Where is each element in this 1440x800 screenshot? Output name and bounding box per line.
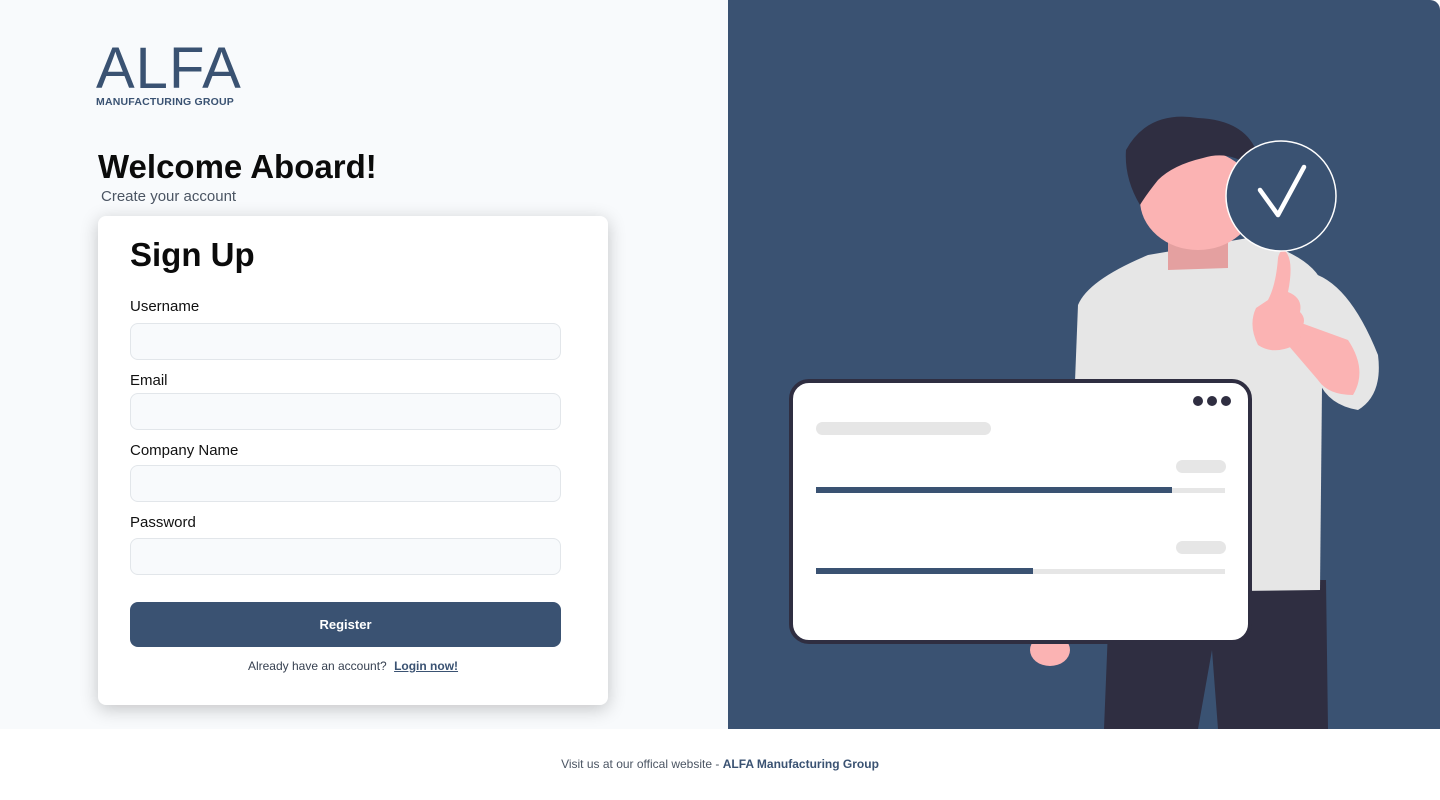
left-panel: ALFA MANUFACTURING GROUP Welcome Aboard!… — [0, 0, 728, 729]
signup-illustration — [789, 116, 1379, 729]
logo-wordmark: ALFA — [96, 36, 242, 101]
signup-page: ALFA MANUFACTURING GROUP Welcome Aboard!… — [0, 0, 1440, 800]
login-row: Already have an account? Login now! — [98, 659, 608, 673]
page-title: Welcome Aboard! — [98, 148, 377, 185]
password-label: Password — [130, 514, 196, 531]
email-input[interactable] — [130, 393, 561, 430]
progress-fill — [816, 487, 1172, 493]
password-input[interactable] — [130, 538, 561, 575]
username-input[interactable] — [130, 323, 561, 360]
form-title: Sign Up — [130, 236, 255, 273]
login-link[interactable]: Login now! — [394, 659, 458, 673]
check-circle — [1225, 140, 1337, 252]
card-title-placeholder — [816, 422, 991, 435]
register-button[interactable]: Register — [130, 602, 561, 647]
company-label: Company Name — [130, 442, 239, 459]
signup-card: Sign Up Username Email Company Name Pass… — [98, 216, 608, 705]
card-value-placeholder — [1176, 541, 1226, 554]
page-subtitle: Create your account — [101, 188, 237, 205]
email-label: Email — [130, 372, 168, 389]
progress-fill — [816, 568, 1033, 574]
card-dot-icon — [1221, 396, 1231, 406]
dashboard-card — [789, 379, 1252, 644]
footer-text: Visit us at our offical website - — [561, 757, 720, 771]
logo-subtitle: MANUFACTURING GROUP — [96, 96, 234, 108]
footer: Visit us at our offical website - ALFA M… — [0, 729, 1440, 800]
right-panel — [728, 0, 1440, 729]
card-dot-icon — [1207, 396, 1217, 406]
username-label: Username — [130, 298, 200, 315]
card-value-placeholder — [1176, 460, 1226, 473]
footer-link[interactable]: ALFA Manufacturing Group — [723, 757, 879, 771]
brand-logo: ALFA MANUFACTURING GROUP — [96, 40, 246, 109]
card-dot-icon — [1193, 396, 1203, 406]
company-input[interactable] — [130, 465, 561, 502]
login-prompt: Already have an account? — [247, 659, 387, 673]
